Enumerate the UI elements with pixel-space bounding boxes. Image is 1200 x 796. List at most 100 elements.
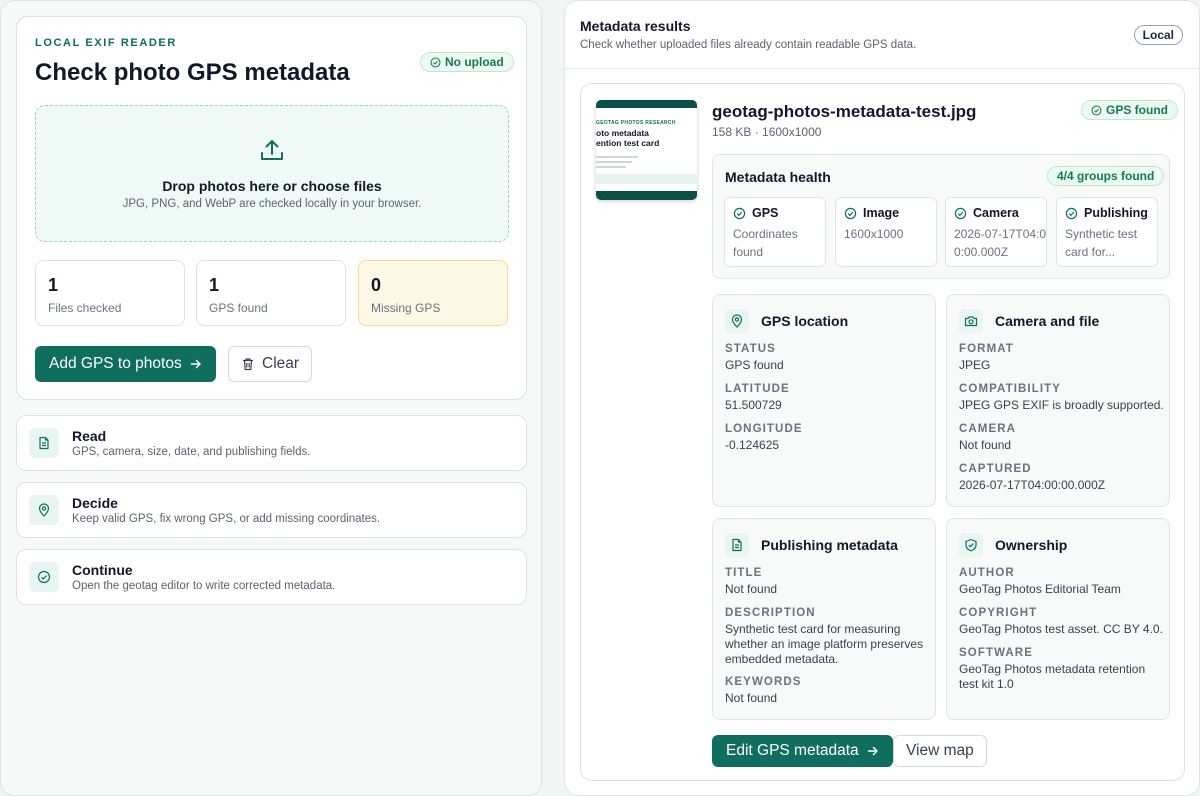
- field-camera: CAMERA Not found: [959, 423, 1017, 452]
- gps-status-badge: GPS found: [1081, 100, 1178, 120]
- check-circle-icon: [844, 207, 857, 219]
- group-desc: Coordinates found: [733, 227, 798, 259]
- field-description: DESCRIPTION Synthetic test card for measu…: [725, 607, 924, 666]
- thumbnail-line2: ention test card: [596, 138, 660, 148]
- thumbnail-decoration: [596, 174, 697, 184]
- map-pin-icon: [29, 495, 59, 525]
- stat-value: 1: [209, 275, 220, 295]
- check-circle-icon: [430, 57, 441, 67]
- check-circle-icon: [954, 207, 967, 219]
- section-title: GPS location: [761, 313, 849, 329]
- map-pin-icon: [725, 309, 749, 333]
- field-format: FORMAT JPEG: [959, 343, 1014, 372]
- gps-location-section: GPS location STATUS GPS found LATITUDE 51.…: [712, 294, 936, 507]
- check-circle-icon: [29, 562, 59, 592]
- group-title: GPS: [752, 206, 779, 220]
- field-captured: CAPTURED 2026-07-17T04:00:00.000Z: [959, 463, 1106, 492]
- health-title: Metadata health: [725, 169, 831, 185]
- trash-icon: [243, 358, 253, 371]
- document-icon: [725, 533, 749, 557]
- step-desc: Keep valid GPS, fix wrong GPS, or add mi…: [72, 513, 381, 525]
- file-thumbnail[interactable]: GEOTAG PHOTOS RESEARCH oto metadata enti…: [596, 100, 697, 200]
- step-desc: GPS, camera, size, date, and publishing …: [72, 446, 311, 458]
- group-card-image: Image 1600x1000: [835, 197, 937, 267]
- stat-label: Files checked: [48, 301, 122, 315]
- camera-file-section: Camera and file FORMAT JPEG COMPATIBILITY…: [946, 294, 1170, 507]
- clear-button[interactable]: Clear: [228, 346, 313, 382]
- stat-value: 1: [48, 275, 59, 295]
- edit-gps-button[interactable]: Edit GPS metadata: [712, 735, 893, 767]
- upload-icon: [261, 140, 283, 160]
- field-keywords: KEYWORDS Not found: [725, 676, 802, 705]
- thumbnail-line1: oto metadata: [596, 128, 649, 138]
- field-status: STATUS GPS found: [725, 343, 784, 372]
- field-longitude: LONGITUDE -0.124625: [725, 423, 803, 452]
- group-title: Image: [863, 206, 900, 220]
- scope-pill: Local: [1133, 25, 1183, 45]
- group-card-publishing: Publishing Synthetic test card for...: [1056, 197, 1158, 267]
- clear-label: Clear: [262, 355, 300, 372]
- group-title: Camera: [973, 206, 1019, 220]
- reader-panel: LOCAL EXIF READER Check photo GPS metada…: [0, 0, 542, 796]
- drop-title: Drop photos here or choose files: [162, 178, 382, 194]
- file-name: geotag-photos-metadata-test.jpg: [712, 102, 977, 121]
- arrow-right-icon: [190, 359, 201, 369]
- drop-zone[interactable]: Drop photos here or choose files JPG, PN…: [35, 105, 509, 242]
- groups-found-badge: 4/4 groups found: [1047, 166, 1165, 186]
- step-desc: Open the geotag editor to write correcte…: [72, 580, 336, 592]
- privacy-badge-label: No upload: [445, 55, 504, 69]
- divider: [565, 68, 1199, 69]
- step-read: Read GPS, camera, size, date, and publis…: [16, 415, 527, 471]
- shield-check-icon: [959, 533, 983, 557]
- add-gps-button[interactable]: Add GPS to photos: [35, 346, 216, 382]
- stat-missing-gps: 0 Missing GPS: [358, 260, 508, 326]
- field-compatibility: COMPATIBILITY JPEG GPS EXIF is broadly su…: [959, 383, 1164, 412]
- step-continue: Continue Open the geotag editor to write…: [16, 549, 527, 605]
- view-map-label: View map: [906, 742, 974, 759]
- page-title: Check photo GPS metadata: [35, 59, 350, 86]
- results-panel: Metadata results Check whether uploaded …: [564, 0, 1200, 796]
- ownership-section: Ownership AUTHOR GeoTag Photos Editorial …: [946, 518, 1170, 720]
- step-title: Decide: [72, 495, 118, 511]
- thumbnail-decoration: [596, 161, 632, 163]
- group-title: Publishing: [1084, 206, 1148, 220]
- step-title: Continue: [72, 562, 133, 578]
- section-title: Publishing metadata: [761, 537, 898, 553]
- stat-files-checked: 1 Files checked: [35, 260, 185, 326]
- check-circle-icon: [1091, 105, 1102, 115]
- stat-label: Missing GPS: [371, 301, 441, 315]
- step-decide: Decide Keep valid GPS, fix wrong GPS, or…: [16, 482, 527, 538]
- thumbnail-header-bar: [596, 100, 697, 108]
- publishing-metadata-section: Publishing metadata TITLE Not found DESCR…: [712, 518, 936, 720]
- field-title: TITLE Not found: [725, 567, 778, 596]
- step-title: Read: [72, 428, 107, 444]
- thumbnail-footer-bar: [596, 191, 697, 200]
- group-desc: Synthetic test card for...: [1065, 227, 1138, 259]
- eyebrow: LOCAL EXIF READER: [35, 37, 177, 49]
- thumbnail-decoration: [596, 166, 626, 168]
- stat-label: GPS found: [209, 301, 268, 315]
- field-software: SOFTWARE GeoTag Photos metadata retention…: [959, 647, 1146, 691]
- check-circle-icon: [733, 207, 746, 219]
- group-card-gps: GPS Coordinates found: [724, 197, 826, 267]
- document-icon: [29, 428, 59, 458]
- field-author: AUTHOR GeoTag Photos Editorial Team: [959, 567, 1121, 596]
- arrow-right-icon: [867, 746, 878, 756]
- results-subtitle: Check whether uploaded files already con…: [580, 39, 917, 51]
- results-title: Metadata results: [580, 18, 691, 34]
- field-latitude: LATITUDE 51.500729: [725, 383, 790, 412]
- metadata-health: Metadata health 4/4 groups found GPS Coo…: [712, 154, 1170, 279]
- edit-gps-label: Edit GPS metadata: [726, 742, 859, 759]
- check-circle-icon: [1065, 207, 1078, 219]
- stat-value: 0: [371, 275, 382, 295]
- section-title: Camera and file: [995, 313, 1100, 329]
- section-title: Ownership: [995, 537, 1068, 553]
- groups-found-label: 4/4 groups found: [1057, 169, 1155, 183]
- group-desc: 2026-07-17T04:00:00.000Z: [954, 227, 1047, 259]
- file-meta: 158 KB · 1600x1000: [712, 125, 822, 139]
- camera-icon: [959, 309, 983, 333]
- group-desc: 1600x1000: [844, 227, 904, 241]
- reader-card: LOCAL EXIF READER Check photo GPS metada…: [16, 16, 527, 400]
- stat-gps-found: 1 GPS found: [196, 260, 346, 326]
- view-map-button[interactable]: View map: [893, 735, 987, 767]
